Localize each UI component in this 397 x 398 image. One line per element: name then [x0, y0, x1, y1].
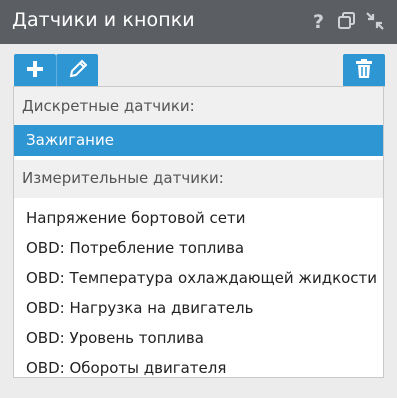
help-icon[interactable]: ?: [309, 10, 329, 32]
add-button[interactable]: [14, 54, 56, 87]
plus-icon: [25, 59, 45, 83]
window-controls: ?: [309, 10, 385, 32]
group-header-discrete: Дискретные датчики:: [14, 87, 383, 125]
window-title: Датчики и кнопки: [12, 9, 195, 31]
svg-text:?: ?: [313, 11, 324, 31]
copy-windows-icon[interactable]: [337, 10, 357, 32]
group-header-measuring: Измерительные датчики:: [14, 160, 383, 198]
sensor-list[interactable]: Дискретные датчики: Зажигание Измеритель…: [13, 86, 384, 378]
list-item[interactable]: OBD: Нагрузка на двигатель: [14, 293, 383, 323]
list-item[interactable]: OBD: Потребление топлива: [14, 233, 383, 263]
list-item[interactable]: OBD: Обороты двигателя: [14, 353, 383, 377]
edit-button[interactable]: [56, 54, 98, 87]
pencil-icon: [67, 58, 89, 84]
trash-icon: [354, 58, 374, 84]
delete-button[interactable]: [343, 54, 385, 87]
list-item-ignition[interactable]: Зажигание: [14, 125, 383, 156]
collapse-icon[interactable]: [365, 10, 385, 32]
window-titlebar: Датчики и кнопки ?: [0, 0, 397, 44]
list-item[interactable]: Напряжение бортовой сети: [14, 203, 383, 233]
list-item[interactable]: OBD: Уровень топлива: [14, 323, 383, 353]
toolbar: [0, 44, 397, 88]
list-item[interactable]: OBD: Температура охлаждающей жидкости: [14, 263, 383, 293]
